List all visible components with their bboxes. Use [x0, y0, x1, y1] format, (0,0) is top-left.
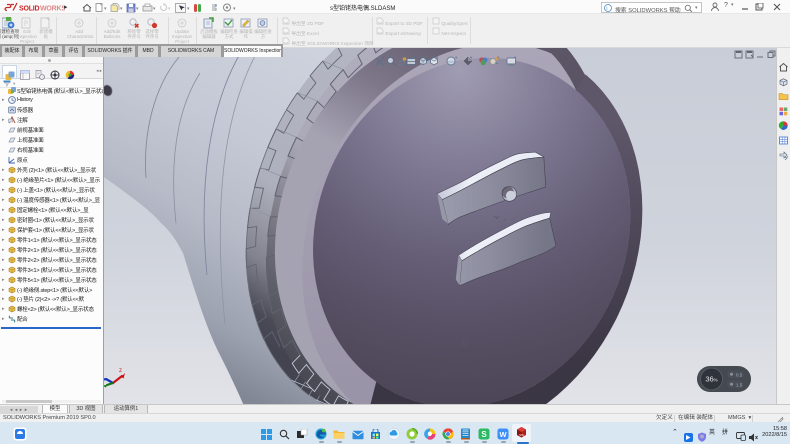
- svg-text:z: z: [119, 368, 122, 374]
- svg-text:SW: SW: [519, 433, 524, 437]
- svg-text:1.5: 1.5: [736, 383, 743, 388]
- svg-text:W: W: [499, 430, 507, 439]
- svg-text:▾: ▾: [168, 6, 171, 12]
- svg-text:▾: ▾: [153, 6, 156, 12]
- svg-text:i: i: [606, 6, 607, 12]
- svg-text:S: S: [481, 430, 487, 439]
- svg-text:▾: ▾: [136, 6, 139, 12]
- svg-text:▾: ▾: [233, 6, 236, 12]
- svg-text:WORKS: WORKS: [40, 6, 65, 13]
- svg-text:▾: ▾: [120, 6, 123, 12]
- svg-text:▾: ▾: [187, 6, 190, 12]
- svg-text:▾: ▾: [104, 6, 107, 12]
- svg-text:SOLID: SOLID: [19, 6, 40, 13]
- svg-text:0.5: 0.5: [736, 373, 743, 378]
